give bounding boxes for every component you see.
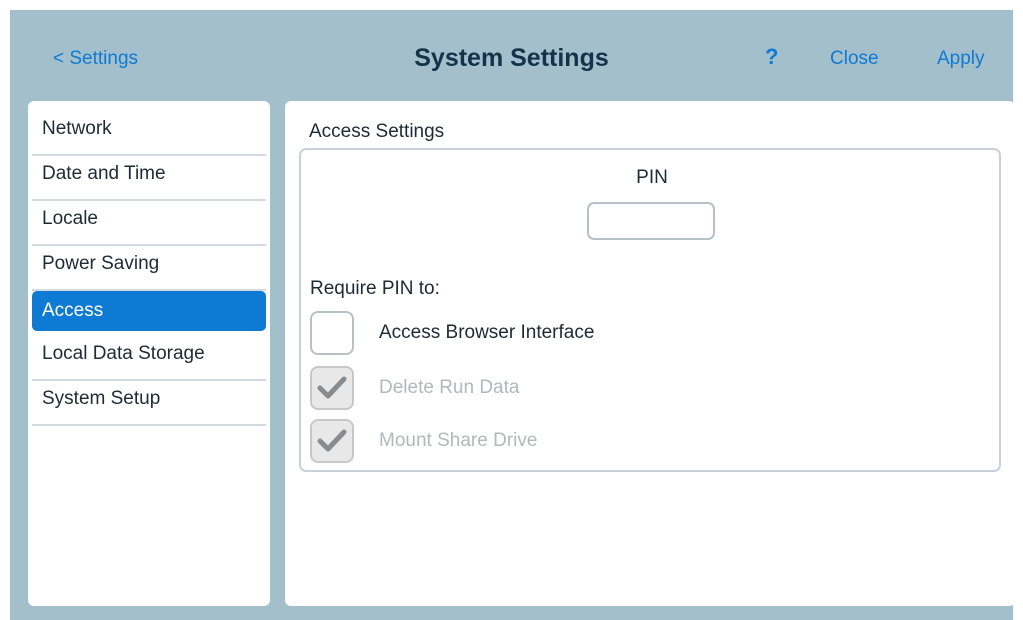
option-delete-run-data: Delete Run Data [310,366,910,412]
sidebar-item-local-data-storage[interactable]: Local Data Storage [32,336,266,381]
mount-share-drive-checkbox[interactable] [310,419,354,463]
check-icon [317,429,347,452]
apply-button[interactable]: Apply [937,48,985,70]
sidebar-item-locale[interactable]: Locale [32,201,266,246]
pin-input[interactable] [587,202,715,240]
section-title: Access Settings [309,121,445,142]
sidebar-item-network[interactable]: Network [32,111,266,156]
sidebar-item-power-saving[interactable]: Power Saving [32,246,266,291]
sidebar: Network Date and Time Locale Power Savin… [28,101,270,606]
option-label: Access Browser Interface [379,322,595,343]
header-bar: < Settings System Settings ? Close Apply [10,10,1013,100]
sidebar-item-access[interactable]: Access [32,291,266,331]
close-button[interactable]: Close [830,48,879,70]
pin-label: PIN [636,167,668,188]
option-label: Delete Run Data [379,377,520,398]
main-panel: Access Settings PIN Require PIN to: Acce… [285,101,1015,606]
option-access-browser-interface: Access Browser Interface [310,311,910,357]
check-icon [317,376,347,399]
settings-window: < Settings System Settings ? Close Apply… [10,10,1015,620]
sidebar-item-date-and-time[interactable]: Date and Time [32,156,266,201]
option-mount-share-drive: Mount Share Drive [310,419,910,465]
access-settings-group: PIN Require PIN to: Access Browser Inter… [299,148,1001,472]
require-pin-label: Require PIN to: [310,278,440,299]
option-label: Mount Share Drive [379,430,538,451]
sidebar-item-system-setup[interactable]: System Setup [32,381,266,426]
delete-run-data-checkbox[interactable] [310,366,354,410]
access-browser-interface-checkbox[interactable] [310,311,354,355]
help-button[interactable]: ? [765,44,778,70]
